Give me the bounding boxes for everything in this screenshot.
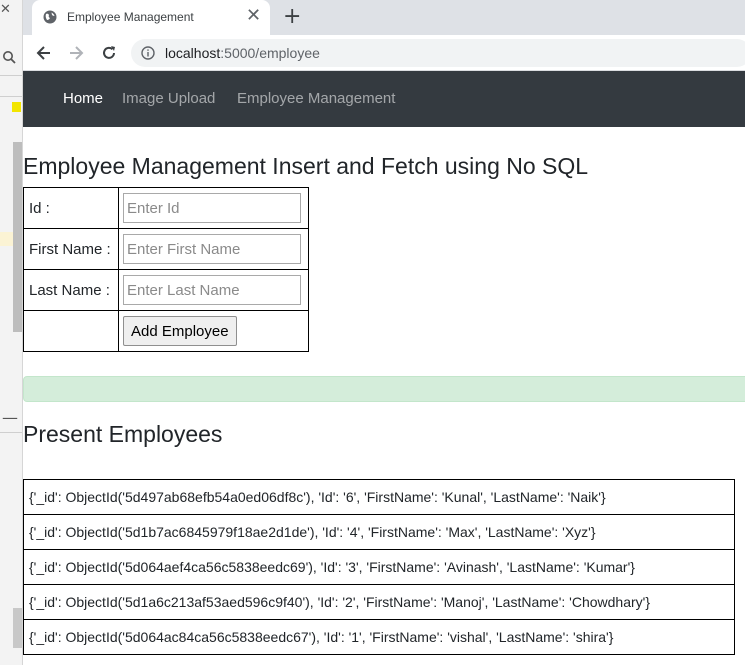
highlight-marker xyxy=(12,102,21,112)
new-tab-icon[interactable]: + xyxy=(283,4,301,30)
form-row-id: Id : xyxy=(23,187,309,229)
employee-record: {'_id': ObjectId('5d064ac84ca56c5838eedc… xyxy=(23,619,735,655)
form-row-submit: Add Employee xyxy=(23,310,309,352)
form-row-first-name: First Name : xyxy=(23,228,309,270)
back-icon[interactable] xyxy=(34,43,54,63)
divider xyxy=(0,75,22,76)
scrollbar-thumb[interactable] xyxy=(13,142,22,332)
background-window-strip: ✕ — xyxy=(0,0,23,665)
employee-record: {'_id': ObjectId('5d1b7ac6845979f18ae2d1… xyxy=(23,514,735,550)
last-name-input[interactable] xyxy=(123,275,301,305)
globe-icon xyxy=(43,10,57,24)
nav-home-link[interactable]: Home xyxy=(63,90,103,107)
url-text: localhost:5000/employee xyxy=(165,45,320,61)
empty-cell xyxy=(23,310,119,352)
scrollbar-thumb[interactable] xyxy=(13,608,22,648)
form-row-last-name: Last Name : xyxy=(23,269,309,311)
reload-icon[interactable] xyxy=(99,43,119,63)
search-icon[interactable] xyxy=(2,50,16,64)
collapse-icon[interactable]: — xyxy=(2,408,18,427)
first-name-input[interactable] xyxy=(123,234,301,264)
table-row: {'_id': ObjectId('5d1a6c213af53aed596c9f… xyxy=(23,584,735,620)
table-row: {'_id': ObjectId('5d064aef4ca56c5838eedc… xyxy=(23,549,735,585)
nav-employee-management-link[interactable]: Employee Management xyxy=(237,90,395,107)
browser-tab[interactable]: Employee Management ✕ xyxy=(32,0,270,35)
present-employees-heading: Present Employees xyxy=(23,421,223,447)
id-cell xyxy=(118,187,309,229)
id-input[interactable] xyxy=(123,193,301,223)
forward-icon[interactable] xyxy=(66,43,86,63)
table-row: {'_id': ObjectId('5d064ac84ca56c5838eedc… xyxy=(23,619,735,655)
first-name-label: First Name : xyxy=(23,228,119,270)
table-row: {'_id': ObjectId('5d1b7ac6845979f18ae2d1… xyxy=(23,514,735,550)
close-icon[interactable]: ✕ xyxy=(0,2,11,17)
success-alert xyxy=(23,376,745,402)
close-tab-icon[interactable]: ✕ xyxy=(246,6,261,26)
tab-bar: Employee Management ✕ + xyxy=(23,0,745,35)
employees-table: {'_id': ObjectId('5d497ab68efb54a0ed06df… xyxy=(23,479,735,655)
page-title: Employee Management Insert and Fetch usi… xyxy=(23,153,589,179)
first-name-cell xyxy=(118,228,309,270)
employee-form: Id : First Name : Last Name : Add Employ… xyxy=(23,187,309,352)
site-navbar: Home Image Upload Employee Management xyxy=(23,71,745,127)
address-bar[interactable]: localhost:5000/employee xyxy=(131,39,745,67)
employee-record: {'_id': ObjectId('5d064aef4ca56c5838eedc… xyxy=(23,549,735,585)
id-label: Id : xyxy=(23,187,119,229)
last-name-label: Last Name : xyxy=(23,269,119,311)
nav-image-upload-link[interactable]: Image Upload xyxy=(122,90,215,107)
divider xyxy=(0,96,22,97)
add-employee-button[interactable]: Add Employee xyxy=(123,316,237,346)
info-icon[interactable] xyxy=(141,46,155,60)
last-name-cell xyxy=(118,269,309,311)
browser-toolbar: localhost:5000/employee xyxy=(23,35,745,71)
tab-title: Employee Management xyxy=(67,10,194,24)
employee-record: {'_id': ObjectId('5d497ab68efb54a0ed06df… xyxy=(23,479,735,515)
employee-record: {'_id': ObjectId('5d1a6c213af53aed596c9f… xyxy=(23,584,735,620)
submit-cell: Add Employee xyxy=(118,310,309,352)
divider xyxy=(0,432,22,433)
table-row: {'_id': ObjectId('5d497ab68efb54a0ed06df… xyxy=(23,479,735,515)
